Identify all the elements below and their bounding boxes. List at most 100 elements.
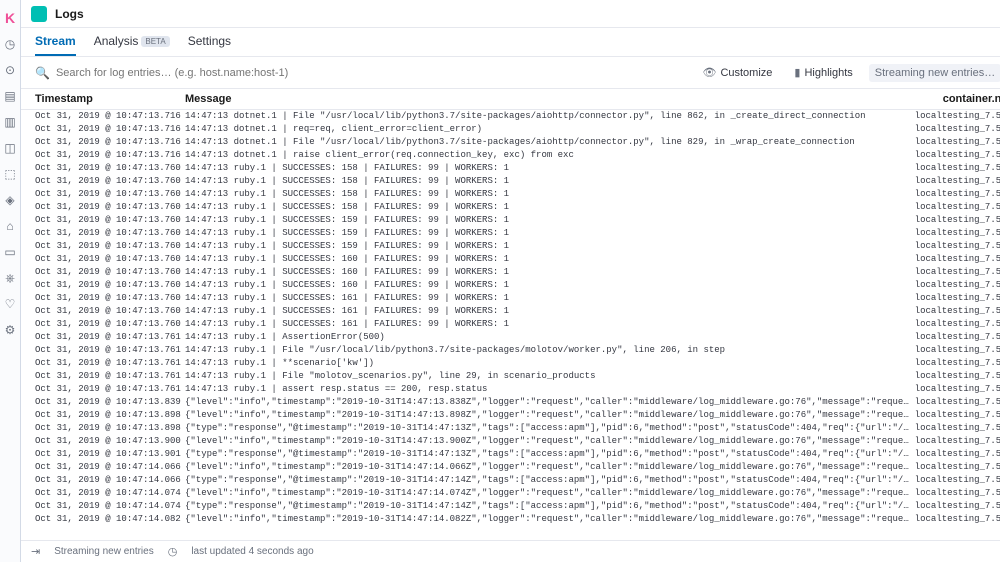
log-row[interactable]: Oct 31, 2019 @ 10:47:13.898{"level":"inf…	[21, 409, 1000, 422]
highlights-button[interactable]: ▮Highlights	[788, 63, 858, 82]
log-row[interactable]: Oct 31, 2019 @ 10:47:13.76014:47:13 ruby…	[21, 292, 1000, 305]
log-container: localtesting_7.5.0_opbeans-load-gene…	[909, 175, 1000, 188]
log-row[interactable]: Oct 31, 2019 @ 10:47:13.76114:47:13 ruby…	[21, 344, 1000, 357]
log-container: localtesting_7.5.0_kibana	[909, 474, 1000, 487]
log-row[interactable]: Oct 31, 2019 @ 10:47:13.76014:47:13 ruby…	[21, 188, 1000, 201]
tab-analysis[interactable]: AnalysisBETA	[94, 34, 170, 56]
log-row[interactable]: Oct 31, 2019 @ 10:47:13.76014:47:13 ruby…	[21, 175, 1000, 188]
log-container: localtesting_7.5.0_apm-server	[909, 396, 1000, 409]
log-container: localtesting_7.5.0_opbeans-load-gene…	[909, 370, 1000, 383]
log-row[interactable]: Oct 31, 2019 @ 10:47:13.71614:47:13 dotn…	[21, 136, 1000, 149]
search-input[interactable]	[56, 67, 687, 79]
expand-icon[interactable]: ⇥	[31, 545, 40, 558]
log-row[interactable]: Oct 31, 2019 @ 10:47:13.898{"type":"resp…	[21, 422, 1000, 435]
log-row[interactable]: Oct 31, 2019 @ 10:47:13.76114:47:13 ruby…	[21, 357, 1000, 370]
log-row[interactable]: Oct 31, 2019 @ 10:47:13.71614:47:13 dotn…	[21, 110, 1000, 123]
logs-icon[interactable]: ▭	[0, 242, 20, 262]
log-message: {"level":"info","timestamp":"2019-10-31T…	[185, 396, 909, 409]
log-container: localtesting_7.5.0_apm-server	[909, 487, 1000, 500]
log-container: localtesting_7.5.0_opbeans-load-gene…	[909, 266, 1000, 279]
log-row[interactable]: Oct 31, 2019 @ 10:47:14.074{"type":"resp…	[21, 500, 1000, 513]
log-row[interactable]: Oct 31, 2019 @ 10:47:13.76014:47:13 ruby…	[21, 279, 1000, 292]
maps-icon[interactable]: ⬚	[0, 164, 20, 184]
log-message: {"level":"info","timestamp":"2019-10-31T…	[185, 461, 909, 474]
discover-icon[interactable]: ⊙	[0, 60, 20, 80]
log-viewer[interactable]: Oct 31, 2019 @ 10:47:13.71614:47:13 dotn…	[21, 110, 1000, 540]
kibana-logo[interactable]: K	[5, 6, 15, 30]
log-timestamp: Oct 31, 2019 @ 10:47:14.066	[35, 461, 185, 474]
log-timestamp: Oct 31, 2019 @ 10:47:13.761	[35, 370, 185, 383]
log-message: 14:47:13 ruby.1 | assert resp.status == …	[185, 383, 909, 396]
log-row[interactable]: Oct 31, 2019 @ 10:47:14.082{"level":"inf…	[21, 513, 1000, 526]
log-row[interactable]: Oct 31, 2019 @ 10:47:13.76014:47:13 ruby…	[21, 318, 1000, 331]
log-message: {"type":"response","@timestamp":"2019-10…	[185, 474, 909, 487]
log-row[interactable]: Oct 31, 2019 @ 10:47:14.074{"level":"inf…	[21, 487, 1000, 500]
log-message: 14:47:13 ruby.1 | SUCCESSES: 158 | FAILU…	[185, 201, 909, 214]
log-container: localtesting_7.5.0_opbeans-load-gene…	[909, 227, 1000, 240]
log-container: localtesting_7.5.0_opbeans-load-gene…	[909, 201, 1000, 214]
log-timestamp: Oct 31, 2019 @ 10:47:13.760	[35, 188, 185, 201]
log-row[interactable]: Oct 31, 2019 @ 10:47:13.76014:47:13 ruby…	[21, 253, 1000, 266]
apm-icon[interactable]: ⎈	[0, 268, 20, 288]
log-timestamp: Oct 31, 2019 @ 10:47:13.761	[35, 357, 185, 370]
canvas-icon[interactable]: ◫	[0, 138, 20, 158]
log-row[interactable]: Oct 31, 2019 @ 10:47:13.76014:47:13 ruby…	[21, 305, 1000, 318]
visualize-icon[interactable]: ▤	[0, 86, 20, 106]
log-row[interactable]: Oct 31, 2019 @ 10:47:13.76014:47:13 ruby…	[21, 227, 1000, 240]
log-container: localtesting_7.5.0_opbeans-load-gene…	[909, 253, 1000, 266]
log-row[interactable]: Oct 31, 2019 @ 10:47:14.066{"level":"inf…	[21, 461, 1000, 474]
log-row[interactable]: Oct 31, 2019 @ 10:47:13.76114:47:13 ruby…	[21, 370, 1000, 383]
log-message: 14:47:13 dotnet.1 | File "/usr/local/lib…	[185, 110, 909, 123]
log-container: localtesting_7.5.0_opbeans-load-gene…	[909, 292, 1000, 305]
uptime-icon[interactable]: ♡	[0, 294, 20, 314]
log-container: localtesting_7.5.0_opbeans-load-gene…	[909, 149, 1000, 162]
log-timestamp: Oct 31, 2019 @ 10:47:13.760	[35, 227, 185, 240]
toolbar: 🔍 👁Customize ▮Highlights Streaming new e…	[21, 57, 1000, 89]
log-container: localtesting_7.5.0_kibana	[909, 422, 1000, 435]
log-message: 14:47:13 ruby.1 | **scenario['kw'])	[185, 357, 909, 370]
dashboard-icon[interactable]: ▥	[0, 112, 20, 132]
log-message: 14:47:13 ruby.1 | File "molotov_scenario…	[185, 370, 909, 383]
log-timestamp: Oct 31, 2019 @ 10:47:13.900	[35, 435, 185, 448]
log-timestamp: Oct 31, 2019 @ 10:47:13.760	[35, 305, 185, 318]
log-row[interactable]: Oct 31, 2019 @ 10:47:13.76014:47:13 ruby…	[21, 266, 1000, 279]
recent-icon[interactable]: ◷	[0, 34, 20, 54]
log-timestamp: Oct 31, 2019 @ 10:47:14.074	[35, 500, 185, 513]
log-row[interactable]: Oct 31, 2019 @ 10:47:13.71614:47:13 dotn…	[21, 123, 1000, 136]
tab-settings[interactable]: Settings	[188, 34, 231, 56]
siem-icon[interactable]: ⚙	[0, 320, 20, 340]
streaming-indicator[interactable]: Streaming new entries…	[869, 64, 1000, 82]
log-row[interactable]: Oct 31, 2019 @ 10:47:13.901{"type":"resp…	[21, 448, 1000, 461]
log-row[interactable]: Oct 31, 2019 @ 10:47:13.900{"level":"inf…	[21, 435, 1000, 448]
log-container: localtesting_7.5.0_opbeans-load-gene…	[909, 331, 1000, 344]
customize-button[interactable]: 👁Customize	[696, 63, 778, 82]
log-row[interactable]: Oct 31, 2019 @ 10:47:14.066{"type":"resp…	[21, 474, 1000, 487]
log-timestamp: Oct 31, 2019 @ 10:47:13.901	[35, 448, 185, 461]
log-container: localtesting_7.5.0_opbeans-load-gene…	[909, 214, 1000, 227]
log-row[interactable]: Oct 31, 2019 @ 10:47:13.76014:47:13 ruby…	[21, 240, 1000, 253]
log-message: 14:47:13 ruby.1 | AssertionError(500)	[185, 331, 909, 344]
log-row[interactable]: Oct 31, 2019 @ 10:47:13.76014:47:13 ruby…	[21, 214, 1000, 227]
log-message: 14:47:13 ruby.1 | SUCCESSES: 161 | FAILU…	[185, 305, 909, 318]
log-row[interactable]: Oct 31, 2019 @ 10:47:13.76114:47:13 ruby…	[21, 383, 1000, 396]
log-row[interactable]: Oct 31, 2019 @ 10:47:13.76014:47:13 ruby…	[21, 201, 1000, 214]
tab-stream[interactable]: Stream	[35, 34, 76, 56]
log-timestamp: Oct 31, 2019 @ 10:47:13.760	[35, 175, 185, 188]
log-container: localtesting_7.5.0_apm-server	[909, 435, 1000, 448]
log-row[interactable]: Oct 31, 2019 @ 10:47:13.839{"level":"inf…	[21, 396, 1000, 409]
log-message: 14:47:13 dotnet.1 | req=req, client_erro…	[185, 123, 909, 136]
infra-icon[interactable]: ⌂	[0, 216, 20, 236]
log-row[interactable]: Oct 31, 2019 @ 10:47:13.76114:47:13 ruby…	[21, 331, 1000, 344]
log-timestamp: Oct 31, 2019 @ 10:47:13.760	[35, 201, 185, 214]
ml-icon[interactable]: ◈	[0, 190, 20, 210]
tabs: Stream AnalysisBETA Settings	[21, 28, 1000, 57]
log-message: 14:47:13 ruby.1 | SUCCESSES: 158 | FAILU…	[185, 175, 909, 188]
log-timestamp: Oct 31, 2019 @ 10:47:13.761	[35, 344, 185, 357]
col-message: Message	[185, 93, 937, 105]
log-row[interactable]: Oct 31, 2019 @ 10:47:13.76014:47:13 ruby…	[21, 162, 1000, 175]
log-message: {"type":"response","@timestamp":"2019-10…	[185, 422, 909, 435]
log-timestamp: Oct 31, 2019 @ 10:47:13.760	[35, 162, 185, 175]
log-message: {"type":"response","@timestamp":"2019-10…	[185, 500, 909, 513]
log-timestamp: Oct 31, 2019 @ 10:47:13.760	[35, 318, 185, 331]
log-row[interactable]: Oct 31, 2019 @ 10:47:13.71614:47:13 dotn…	[21, 149, 1000, 162]
